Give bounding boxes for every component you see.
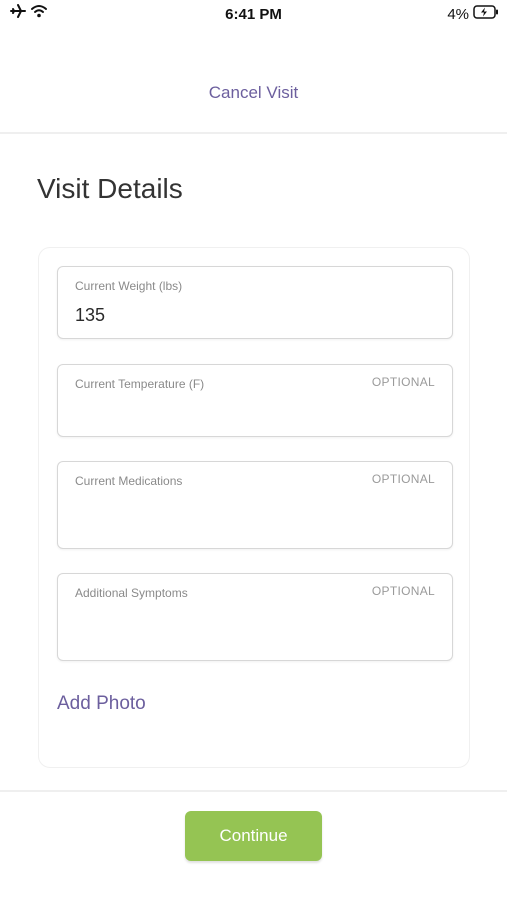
symptoms-optional-tag: OPTIONAL bbox=[371, 584, 435, 598]
visit-details-card: Current Weight (lbs) 135 Current Tempera… bbox=[38, 247, 470, 768]
add-photo-link[interactable]: Add Photo bbox=[57, 693, 146, 715]
medications-field[interactable]: Current Medications OPTIONAL bbox=[57, 461, 453, 549]
footer-divider bbox=[0, 790, 507, 792]
temperature-field[interactable]: Current Temperature (F) OPTIONAL bbox=[57, 364, 453, 437]
status-time: 6:41 PM bbox=[225, 6, 282, 23]
symptoms-field-label: Additional Symptoms bbox=[75, 586, 188, 600]
continue-button[interactable]: Continue bbox=[185, 811, 322, 861]
cancel-visit-link[interactable]: Cancel Visit bbox=[0, 83, 507, 103]
temperature-field-label: Current Temperature (F) bbox=[75, 377, 205, 391]
symptoms-field[interactable]: Additional Symptoms OPTIONAL bbox=[57, 573, 453, 661]
battery-charging-icon bbox=[473, 5, 499, 23]
temperature-optional-tag: OPTIONAL bbox=[371, 375, 435, 389]
weight-field[interactable]: Current Weight (lbs) 135 bbox=[57, 266, 453, 339]
medications-optional-tag: OPTIONAL bbox=[371, 472, 435, 486]
header: Cancel Visit bbox=[0, 30, 507, 134]
medications-field-label: Current Medications bbox=[75, 474, 183, 488]
status-bar: 6:41 PM 4% bbox=[0, 0, 507, 30]
status-right: 4% bbox=[447, 5, 499, 23]
weight-field-label: Current Weight (lbs) bbox=[75, 279, 183, 293]
page-title: Visit Details bbox=[37, 173, 183, 204]
weight-field-value: 135 bbox=[75, 305, 106, 325]
battery-percent: 4% bbox=[447, 5, 469, 23]
